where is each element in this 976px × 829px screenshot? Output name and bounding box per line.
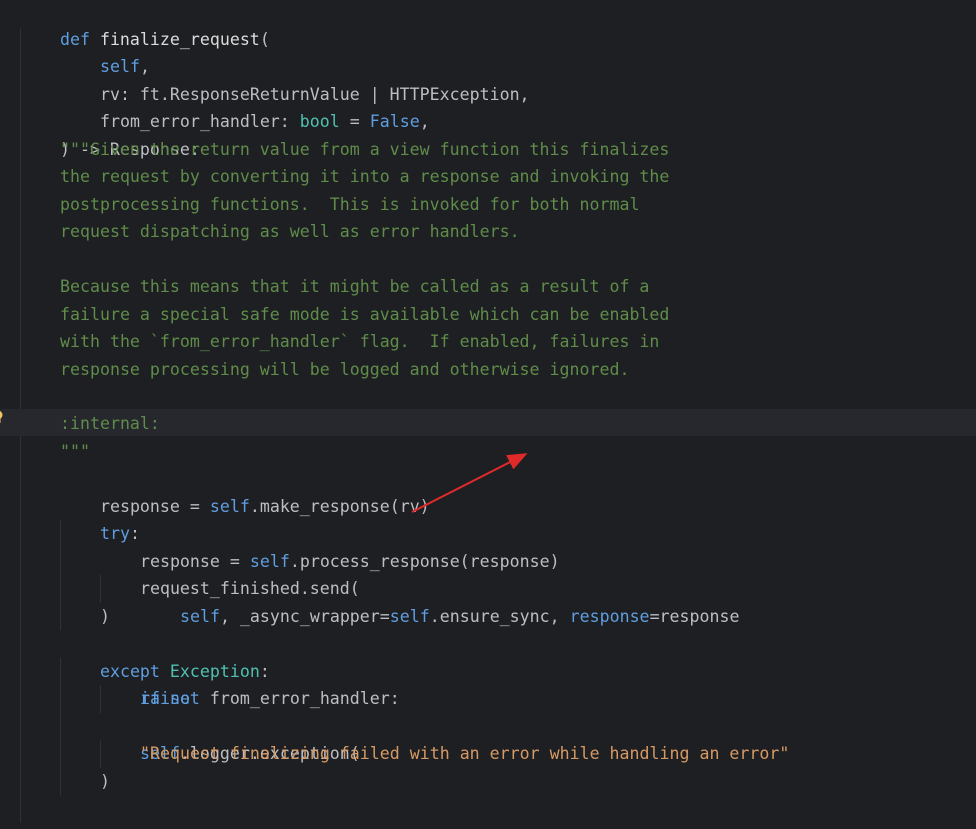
arg: =response — [649, 606, 740, 626]
code-line[interactable]: from_error_handler: bool = False, — [60, 81, 430, 131]
type-bool: bool — [299, 112, 340, 131]
kwarg-name: response — [569, 606, 650, 626]
docstring-line[interactable]: response processing will be logged and o… — [60, 356, 629, 384]
code-line[interactable]: self.logger.exception( — [100, 713, 360, 763]
lightbulb-icon[interactable] — [0, 410, 5, 426]
keyword-raise[interactable]: raise — [140, 685, 190, 713]
self-ref: self — [389, 606, 430, 626]
code-line[interactable]: try: — [60, 493, 140, 543]
code-line[interactable]: self, — [60, 26, 150, 76]
docstring-line[interactable]: """ — [60, 438, 90, 466]
colon: : — [279, 112, 300, 131]
code-line[interactable]: ) -> Response: — [20, 108, 200, 159]
code-line[interactable]: response = self.process_response(respons… — [100, 520, 560, 571]
code-line[interactable]: request_finished.send( — [100, 548, 360, 598]
code-line[interactable]: def finalize_request( — [20, 0, 270, 49]
self-ref: self — [209, 496, 250, 516]
code-line[interactable]: self, _async_wrapper=self.ensure_sync, r… — [140, 575, 740, 626]
code-line[interactable]: rv: ft.ResponseReturnValue | HTTPExcepti… — [60, 53, 530, 104]
code-line[interactable]: return response — [60, 795, 250, 829]
equals: = — [339, 112, 370, 131]
condition: from_error_handler: — [199, 689, 400, 708]
docstring-line[interactable]: failure a special safe mode is available… — [60, 301, 669, 329]
docstring-line[interactable]: the request by converting it into a resp… — [60, 163, 669, 191]
false-literal: False — [369, 112, 420, 131]
call: .make_response(rv) — [249, 496, 430, 516]
code-line[interactable]: if not from_error_handler: — [100, 658, 400, 708]
string-literal[interactable]: "Request finalizing failed with an error… — [140, 740, 789, 768]
code-line[interactable]: response = self.make_response(rv) — [60, 465, 430, 516]
docstring-line[interactable]: with the `from_error_handler` flag. If e… — [60, 328, 659, 356]
paren: ( — [259, 29, 270, 49]
arg: , _async_wrapper= — [219, 606, 390, 626]
docstring-line[interactable]: request dispatching as well as error han… — [60, 218, 520, 246]
code-line[interactable]: ) — [100, 768, 110, 796]
docstring-line[interactable]: postprocessing functions. This is invoke… — [60, 191, 639, 219]
docstring-line[interactable]: Because this means that it might be call… — [60, 273, 649, 301]
docstring-line[interactable]: """Given the return value from a view fu… — [60, 136, 669, 164]
arg: .ensure_sync, — [429, 606, 570, 626]
code-editor[interactable]: def finalize_request( self, rv: ft.Respo… — [0, 0, 976, 829]
comma: , — [419, 112, 430, 131]
code-line[interactable]: except Exception: — [60, 630, 270, 681]
docstring-line[interactable]: :internal: — [60, 410, 160, 438]
code-line[interactable]: ) — [100, 603, 110, 631]
self-ref: self — [179, 606, 220, 626]
